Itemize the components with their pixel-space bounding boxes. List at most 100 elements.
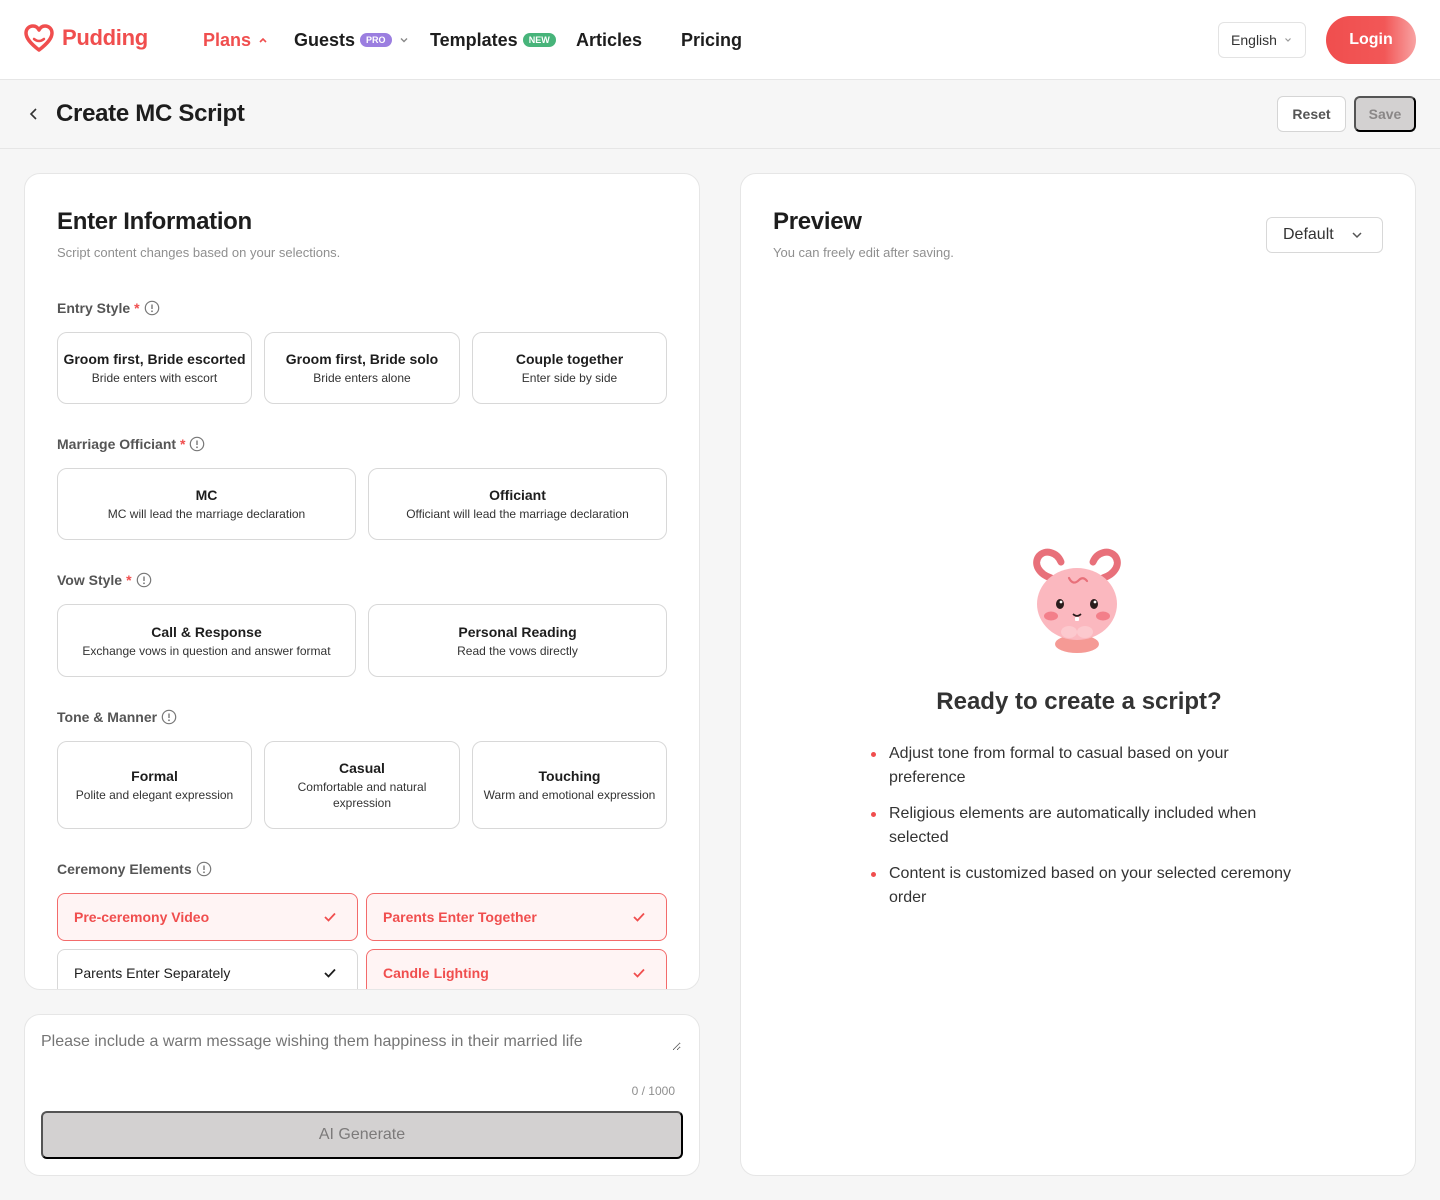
logo-wordmark: Pudding	[62, 25, 148, 50]
option-desc: Read the vows directly	[457, 643, 578, 658]
checkmark-icon	[324, 912, 336, 922]
vow-option-personal-reading[interactable]: Personal Reading Read the vows directly	[368, 604, 667, 677]
preview-style-select[interactable]: Default	[1266, 217, 1383, 253]
ceremony-label: Ceremony Elements	[57, 861, 212, 877]
info-icon[interactable]	[189, 436, 205, 452]
chevron-down-icon	[400, 38, 408, 43]
ceremony-checkbox-video[interactable]: Pre-ceremony Video	[57, 893, 358, 941]
option-title: Couple together	[515, 351, 624, 367]
character-counter: 0 / 1000	[631, 1084, 675, 1098]
ceremony-label-text: Ceremony Elements	[57, 861, 192, 877]
ceremony-checkbox-parents-separately[interactable]: Parents Enter Separately	[57, 949, 358, 989]
heart-logo-icon	[24, 24, 54, 52]
info-icon[interactable]	[144, 300, 160, 316]
information-form-card: Enter Information Script content changes…	[24, 173, 700, 990]
checkbox-label: Pre-ceremony Video	[74, 909, 210, 925]
nav-pricing[interactable]: Pricing	[681, 28, 742, 52]
back-button[interactable]	[24, 104, 44, 124]
new-badge: NEW	[522, 33, 556, 47]
nav-articles-label: Articles	[576, 29, 643, 50]
tone-option-casual[interactable]: Casual Comfortable and natural expressio…	[264, 741, 460, 829]
preview-subtitle: You can freely edit after saving.	[773, 245, 954, 260]
tone-option-formal[interactable]: Formal Polite and elegant expression	[57, 741, 252, 829]
entry-style-label-text: Entry Style	[57, 300, 131, 316]
option-desc: MC will lead the marriage declaration	[107, 507, 306, 521]
officiant-option-officiant[interactable]: Officiant Officiant will lead the marria…	[368, 468, 667, 540]
reset-button[interactable]: Reset	[1277, 96, 1346, 132]
list-item: Religious elements are automatically inc…	[869, 802, 1299, 850]
option-desc: Polite and elegant expression	[75, 788, 234, 802]
vow-style-label: Vow Style *	[57, 572, 152, 588]
form-title: Enter Information	[57, 208, 252, 235]
option-desc: Exchange vows in question and answer for…	[82, 643, 331, 658]
language-value: English	[1231, 32, 1277, 48]
chevron-up-icon	[259, 37, 267, 43]
empty-state-title: Ready to create a script?	[936, 688, 1222, 715]
style-select-value: Default	[1283, 226, 1334, 243]
info-icon[interactable]	[161, 709, 177, 725]
officiant-label-text: Marriage Officiant	[57, 436, 177, 452]
language-select[interactable]: English	[1218, 22, 1306, 58]
info-icon[interactable]	[136, 572, 152, 588]
option-desc: Enter side by side	[521, 371, 618, 385]
main-nav: Plans Guests PRO Templates NEW Articles …	[203, 28, 742, 52]
entry-option-together[interactable]: Couple together Enter side by side	[472, 332, 667, 404]
login-button[interactable]: Login	[1326, 16, 1416, 64]
vow-style-label-text: Vow Style	[57, 572, 123, 588]
option-title: Casual	[339, 760, 385, 776]
top-navigation: Pudding Plans Guests PRO Templates NEW A…	[0, 0, 1440, 80]
preview-title: Preview	[773, 208, 862, 235]
entry-option-escorted[interactable]: Groom first, Bride escorted Bride enters…	[57, 332, 252, 404]
pro-badge: PRO	[360, 33, 392, 47]
nav-guests-label: Guests	[294, 29, 356, 50]
required-mark: *	[134, 300, 140, 316]
checkbox-label: Parents Enter Separately	[74, 965, 231, 981]
officiant-option-mc[interactable]: MC MC will lead the marriage declaration	[57, 468, 356, 540]
list-item: Adjust tone from formal to casual based …	[869, 742, 1299, 790]
option-title: MC	[195, 487, 218, 503]
tone-option-touching[interactable]: Touching Warm and emotional expression	[472, 741, 667, 829]
tone-label-text: Tone & Manner	[57, 709, 158, 725]
nav-articles[interactable]: Articles	[576, 28, 681, 52]
checkmark-icon	[633, 912, 645, 922]
option-desc: Comfortable and natural expression	[297, 780, 427, 810]
chevron-down-icon	[1285, 38, 1291, 42]
vow-option-call-response[interactable]: Call & Response Exchange vows in questio…	[57, 604, 356, 677]
save-button[interactable]: Save	[1354, 96, 1416, 132]
checkbox-label: Parents Enter Together	[383, 909, 537, 925]
option-title: Groom first, Bride escorted	[63, 351, 246, 367]
option-title: Personal Reading	[458, 623, 577, 640]
nav-plans-label: Plans	[203, 29, 252, 50]
preview-card: Preview You can freely edit after saving…	[740, 173, 1416, 1176]
option-desc: Bride enters with escort	[91, 371, 218, 385]
chevron-left-icon	[29, 108, 37, 120]
option-title: Call & Response	[151, 623, 262, 640]
info-icon[interactable]	[196, 861, 212, 877]
option-title: Officiant	[489, 487, 546, 503]
ceremony-checkbox-candle-lighting[interactable]: Candle Lighting	[366, 949, 667, 989]
ai-generate-button[interactable]: AI Generate	[41, 1111, 683, 1159]
prompt-card: 0 / 1000 AI Generate	[24, 1014, 700, 1176]
option-desc: Bride enters alone	[313, 371, 411, 385]
pudding-logo[interactable]: Pudding	[24, 24, 148, 52]
required-mark: *	[126, 572, 132, 588]
checkmark-icon	[633, 968, 645, 978]
nav-plans[interactable]: Plans	[203, 28, 294, 52]
option-desc: Officiant will lead the marriage declara…	[406, 507, 629, 521]
entry-option-solo[interactable]: Groom first, Bride solo Bride enters alo…	[264, 332, 460, 404]
option-title: Touching	[538, 768, 601, 784]
form-subtitle: Script content changes based on your sel…	[57, 245, 341, 260]
checkbox-label: Candle Lighting	[383, 965, 489, 981]
page-title-bar: Create MC Script Reset Save	[0, 80, 1440, 149]
nav-guests[interactable]: Guests PRO	[294, 28, 430, 52]
list-item: Content is customized based on your sele…	[869, 862, 1299, 910]
option-title: Formal	[131, 768, 178, 784]
ceremony-checkbox-parents-together[interactable]: Parents Enter Together	[366, 893, 667, 941]
nav-templates[interactable]: Templates NEW	[430, 28, 576, 52]
officiant-label: Marriage Officiant *	[57, 436, 205, 452]
bunny-mascot-icon	[1033, 548, 1121, 653]
tone-label: Tone & Manner	[57, 709, 177, 725]
prompt-textarea[interactable]	[41, 1033, 681, 1051]
option-title: Groom first, Bride solo	[285, 351, 439, 367]
chevron-down-icon	[1352, 232, 1362, 239]
